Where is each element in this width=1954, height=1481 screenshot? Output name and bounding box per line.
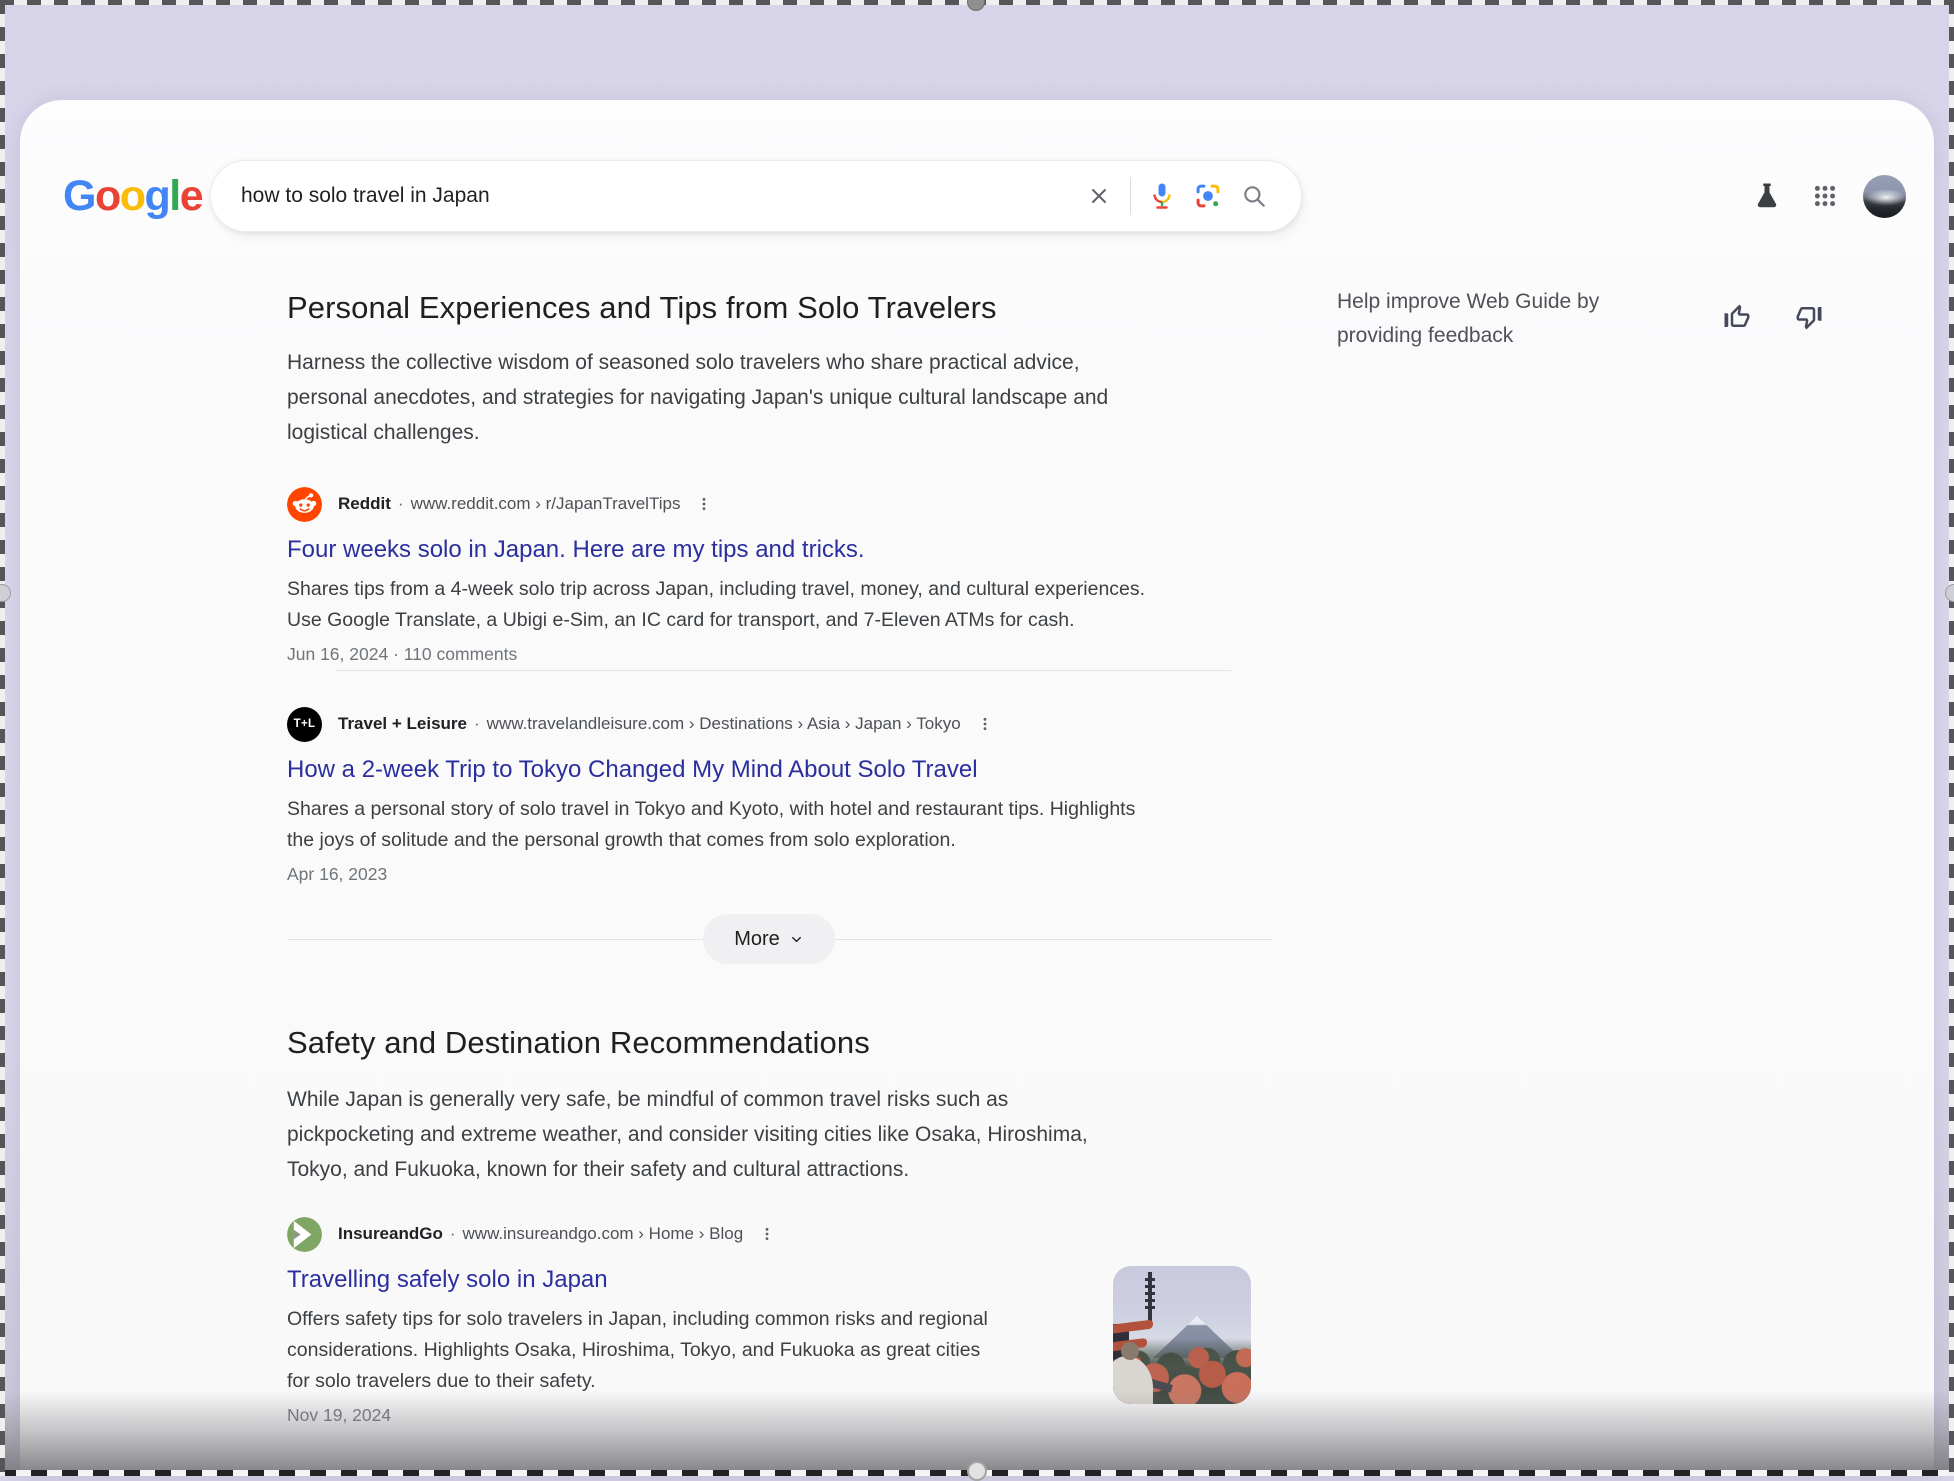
result-source-name: Reddit [338,494,391,513]
selection-handle-bottom[interactable] [967,1461,987,1481]
section-title: Personal Experiences and Tips from Solo … [287,290,997,326]
google-logo-letter: l [169,172,179,220]
source-separator: · [398,494,404,513]
search-result: T+L Travel + Leisure · www.travelandleisur… [287,705,1297,885]
kebab-menu-icon [759,1224,775,1244]
google-logo-letter: g [145,172,170,220]
search-submit-button[interactable] [1231,173,1277,219]
result-breadcrumb: www.reddit.com › r/JapanTravelTips [411,494,681,513]
result-title-link[interactable]: Four weeks solo in Japan. Here are my ti… [287,536,865,564]
more-button-label: More [734,928,780,951]
search-input[interactable]: how to solo travel in Japan [241,184,1076,208]
result-title-link[interactable]: How a 2-week Trip to Tokyo Changed My Mi… [287,756,978,784]
header-actions [1731,164,1906,228]
result-snippet: Offers safety tips for solo travelers in… [287,1304,1077,1397]
result-meta: Nov 19, 2024 [287,1405,1297,1426]
search-labs-button[interactable] [1745,174,1789,218]
result-more-options-button[interactable] [977,714,993,734]
source-separator: · [474,714,480,733]
google-apps-button[interactable] [1803,174,1847,218]
result-meta: Apr 16, 2023 [287,864,1297,885]
result-more-options-button[interactable] [759,1224,775,1244]
chevron-down-icon [789,932,804,947]
result-thumbnail-image[interactable] [1113,1266,1251,1404]
result-snippet: Shares tips from a 4-week solo trip acro… [287,574,1297,636]
reddit-favicon-icon [287,487,322,522]
selection-border-left [0,0,5,1476]
more-button[interactable]: More [703,914,835,964]
result-source-name: Travel + Leisure [338,714,467,733]
kebab-menu-icon [696,494,712,514]
more-results-row: More [287,910,1273,968]
section-description: Harness the collective wisdom of seasone… [287,345,1297,450]
result-snippet: Shares a personal story of solo travel i… [287,794,1297,856]
search-results-card: Google how to solo travel in Japan [20,100,1934,1476]
result-title-link[interactable]: Travelling safely solo in Japan [287,1266,608,1294]
pagoda-spire-illustration [1148,1272,1152,1322]
insureandgo-favicon-icon [287,1217,322,1252]
section-description: While Japan is generally very safe, be m… [287,1082,1297,1187]
google-logo-letter: o [120,172,145,220]
flask-icon [1752,181,1782,211]
thumbs-down-button[interactable] [1792,300,1826,334]
result-divider [335,670,1231,671]
pagoda-roof-illustration [1113,1320,1153,1334]
search-icon [1241,183,1267,209]
result-breadcrumb: www.insureandgo.com › Home › Blog [463,1224,744,1243]
google-logo[interactable]: Google [63,164,202,228]
google-logo-letter: G [63,172,95,220]
result-source-name: InsureandGo [338,1224,443,1243]
selection-handle-top[interactable] [967,0,985,11]
section-title: Safety and Destination Recommendations [287,1025,870,1061]
google-logo-letter: o [95,172,120,220]
thumbs-up-button[interactable] [1720,300,1754,334]
lens-icon [1194,182,1222,210]
web-guide-feedback-text: Help improve Web Guide by providing feed… [1337,285,1637,353]
thumbs-down-icon [1794,302,1824,332]
google-logo-letter: e [180,172,202,220]
apps-grid-icon [1812,183,1838,209]
screenshot-canvas: Google how to solo travel in Japan [0,0,1954,1476]
selection-handle-right[interactable] [1945,584,1954,602]
selection-handle-left[interactable] [0,584,11,602]
selection-border-right [1949,0,1954,1476]
kebab-menu-icon [977,714,993,734]
microphone-icon [1150,182,1174,210]
travel-leisure-favicon-icon: T+L [287,707,322,742]
result-breadcrumb: www.travelandleisure.com › Destinations … [487,714,961,733]
result-meta: Jun 16, 2024 · 110 comments [287,644,1297,665]
account-avatar[interactable] [1863,175,1906,218]
clear-search-button[interactable] [1076,173,1122,219]
voice-search-button[interactable] [1139,173,1185,219]
source-separator: · [450,1224,456,1243]
thumbs-up-icon [1722,302,1752,332]
search-result: InsureandGo · www.insureandgo.com › Home ›… [287,1215,1297,1426]
search-bar[interactable]: how to solo travel in Japan [210,160,1302,232]
google-lens-button[interactable] [1185,173,1231,219]
close-icon [1087,184,1111,208]
favicon-monogram: T+L [294,718,316,730]
feedback-controls [1682,300,1826,334]
search-bar-divider [1130,177,1131,215]
search-result: Reddit · www.reddit.com › r/JapanTravelTip… [287,485,1297,665]
result-more-options-button[interactable] [696,494,712,514]
